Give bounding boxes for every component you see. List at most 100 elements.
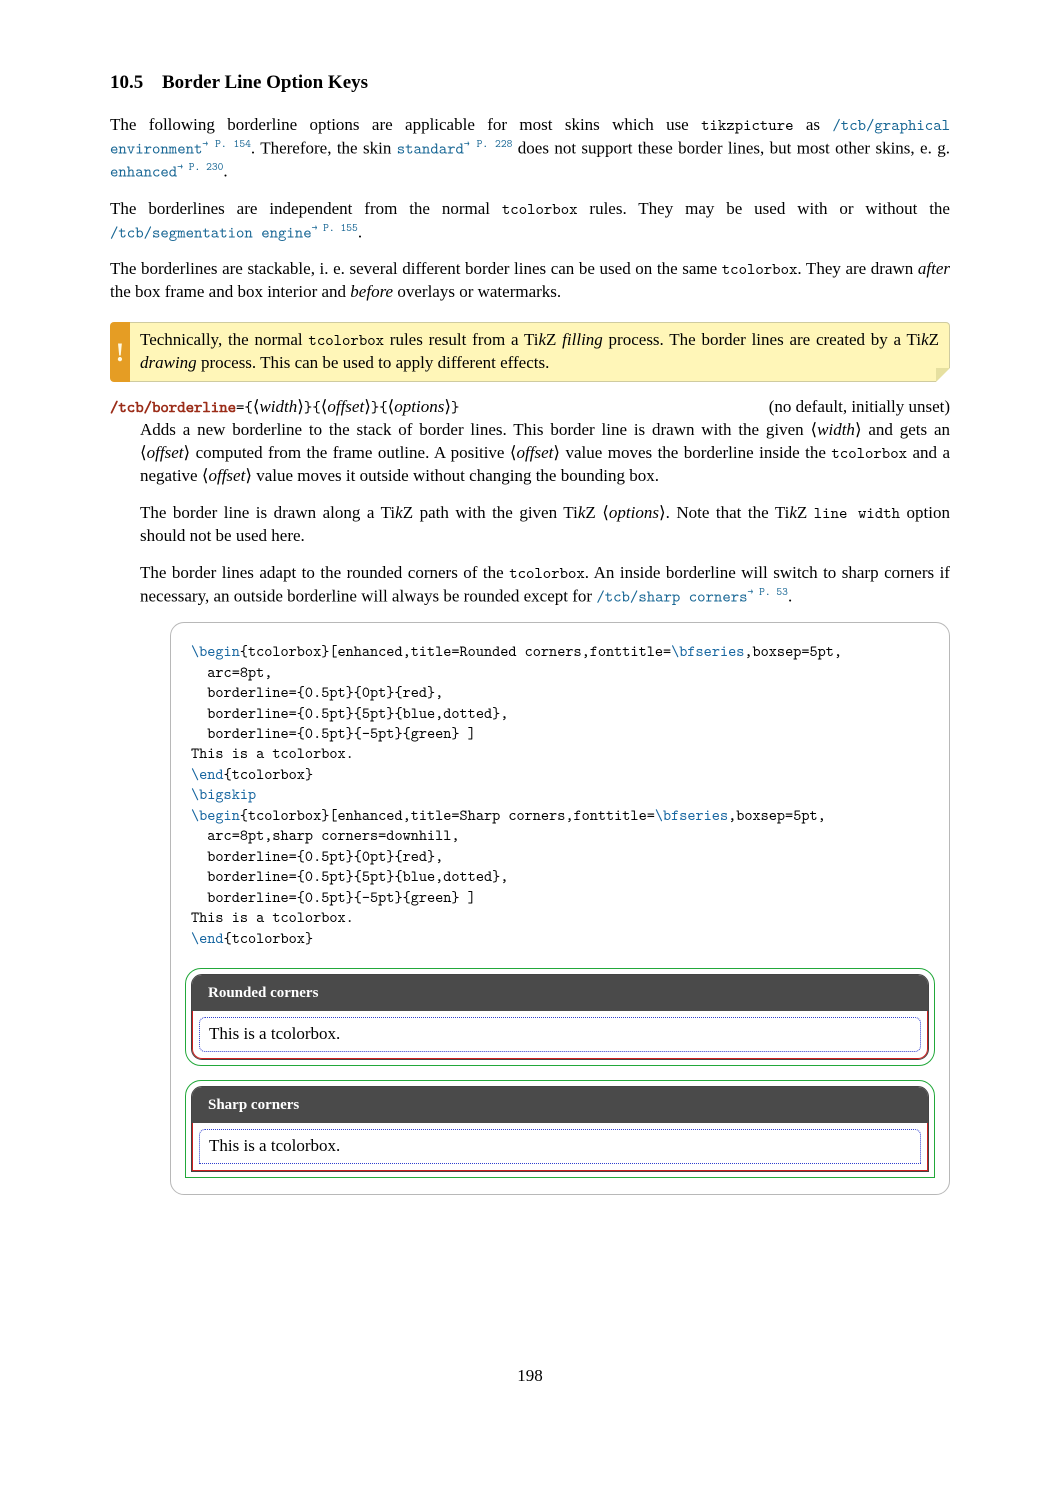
text: The following borderline options are app…	[110, 115, 701, 134]
text: .	[788, 586, 792, 605]
emph-drawing: drawing	[140, 353, 197, 372]
tt-tcolorbox: tcolorbox	[831, 443, 907, 464]
link-sharp-corners[interactable]: /tcb/sharp corners	[596, 586, 747, 607]
text: Adds a new borderline to the stack of bo…	[140, 420, 817, 439]
text: . They are drawn	[797, 259, 918, 278]
code: borderline={0.5pt}{-5pt}{green} ]	[191, 722, 476, 743]
text: The borderlines are stackable, i. e. sev…	[110, 259, 722, 278]
text: process. This can be used to apply diffe…	[197, 353, 550, 372]
intro-para-3: The borderlines are stackable, i. e. sev…	[110, 258, 950, 304]
tt-tikzpicture: tikzpicture	[701, 115, 793, 136]
text: Z	[797, 503, 814, 522]
tcolorbox-text: This is a tcolorbox.	[209, 1136, 340, 1155]
option-key-description: Adds a new borderline to the stack of bo…	[140, 419, 950, 1195]
angle: ⟩	[364, 397, 371, 416]
emph-filling: filling	[562, 330, 603, 349]
section-number: 10.5	[110, 72, 143, 93]
text: as	[794, 115, 833, 134]
tt-tcolorbox: tcolorbox	[308, 330, 384, 351]
cs-bfseries: \bfseries	[655, 804, 728, 825]
arg-offset: offset	[208, 466, 245, 485]
text: The border lines adapt to the rounded co…	[140, 563, 509, 582]
text: ⟩. Note that the Ti	[659, 503, 789, 522]
text: process. The border lines are created by…	[603, 330, 921, 349]
tcolorbox-body: This is a tcolorbox.	[192, 1123, 928, 1171]
key-arg-options: options	[394, 397, 444, 416]
desc-para-2: The border line is drawn along a TikZ pa…	[140, 502, 950, 548]
option-key-name: /tcb/borderline	[110, 397, 236, 418]
code: This is a tcolorbox.	[191, 742, 354, 763]
rendered-box-rounded: Rounded corners This is a tcolorbox.	[191, 974, 929, 1060]
angle: ⟩	[297, 397, 304, 416]
code: ,boxsep=5pt,	[728, 804, 826, 825]
arg-options: options	[609, 503, 659, 522]
code: borderline={0.5pt}{0pt}{red},	[191, 845, 443, 866]
page-number: 198	[110, 1365, 950, 1388]
exclamation-icon: !	[116, 335, 125, 370]
tcolorbox: Rounded corners This is a tcolorbox.	[191, 974, 929, 1060]
section-title: Border Line Option Keys	[162, 72, 368, 93]
code: {tcolorbox}[enhanced,title=Rounded corne…	[240, 640, 671, 661]
code: ,boxsep=5pt,	[744, 640, 842, 661]
rendered-box-sharp: Sharp corners This is a tcolorbox.	[191, 1086, 929, 1172]
text: ⟩ computed from the frame outline. A pos…	[183, 443, 516, 462]
text: does not support these border lines, but…	[512, 138, 950, 157]
text: ⟩ value moves the borderline inside the	[553, 443, 831, 462]
arg-width: width	[817, 420, 855, 439]
emph-after: after	[918, 259, 950, 278]
code: arc=8pt,sharp corners=downhill,	[191, 824, 460, 845]
text: overlays or watermarks.	[393, 282, 561, 301]
pageref[interactable]: → P. 228	[464, 137, 512, 151]
key-arg-width: width	[259, 397, 297, 416]
text: rules result from a Ti	[384, 330, 538, 349]
link-segmentation-engine[interactable]: /tcb/segmentation engine	[110, 222, 312, 243]
code: arc=8pt,	[191, 661, 272, 682]
note-box-marker: !	[110, 322, 130, 382]
brace: {	[379, 397, 387, 418]
pageref[interactable]: → P. 53	[748, 585, 788, 599]
tcolorbox-title: Sharp corners	[192, 1087, 928, 1123]
tt-tcolorbox: tcolorbox	[722, 259, 798, 280]
desc-para-3: The border lines adapt to the rounded co…	[140, 562, 950, 609]
code: {tcolorbox}	[224, 927, 314, 948]
text: the box frame and box interior and	[110, 282, 350, 301]
note-box-body: Technically, the normal tcolorbox rules …	[130, 322, 950, 382]
text: Z	[929, 330, 939, 349]
brace: }	[451, 397, 459, 418]
brace: {	[312, 397, 320, 418]
brace: {	[244, 397, 252, 418]
code: borderline={0.5pt}{5pt}{blue,dotted},	[191, 865, 508, 886]
link-enhanced[interactable]: enhanced	[110, 162, 177, 183]
code: {tcolorbox}[enhanced,title=Sharp corners…	[240, 804, 655, 825]
tt-tcolorbox: tcolorbox	[509, 563, 585, 584]
code: borderline={0.5pt}{5pt}{blue,dotted},	[191, 702, 508, 723]
code: This is a tcolorbox.	[191, 906, 354, 927]
option-key-left: /tcb/borderline={⟨width⟩}{⟨offset⟩}{⟨opt…	[110, 396, 459, 419]
tcolorbox-text: This is a tcolorbox.	[209, 1024, 340, 1043]
tikz-k: k	[789, 503, 797, 522]
text: Z path with the given Ti	[403, 503, 578, 522]
arg-offset: offset	[517, 443, 554, 462]
text: Technically, the normal	[140, 330, 308, 349]
pageref[interactable]: → P. 155	[312, 221, 358, 235]
option-key-default: (no default, initially unset)	[769, 396, 950, 419]
example-box: \begin{tcolorbox}[enhanced,title=Rounded…	[170, 622, 950, 1195]
section-heading: 10.5 Border Line Option Keys	[110, 70, 950, 96]
tikz-k: k	[395, 503, 403, 522]
pageref[interactable]: → P. 154	[202, 137, 250, 151]
cs-bfseries: \bfseries	[671, 640, 744, 661]
link-standard[interactable]: standard	[397, 138, 464, 159]
tt-tcolorbox: tcolorbox	[502, 199, 578, 220]
cs-end: \end	[191, 763, 224, 784]
tcolorbox-body: This is a tcolorbox.	[192, 1011, 928, 1059]
text: .	[223, 162, 227, 181]
cs-bigskip: \bigskip	[191, 783, 256, 804]
desc-para-1: Adds a new borderline to the stack of bo…	[140, 419, 950, 488]
tikz-k: k	[921, 330, 929, 349]
pageref[interactable]: → P. 230	[177, 160, 223, 174]
tcolorbox: Sharp corners This is a tcolorbox.	[191, 1086, 929, 1172]
code-listing: \begin{tcolorbox}[enhanced,title=Rounded…	[191, 641, 929, 948]
brace: }	[371, 397, 379, 418]
tt-linewidth: line width	[814, 503, 900, 524]
angle: ⟩	[444, 397, 451, 416]
